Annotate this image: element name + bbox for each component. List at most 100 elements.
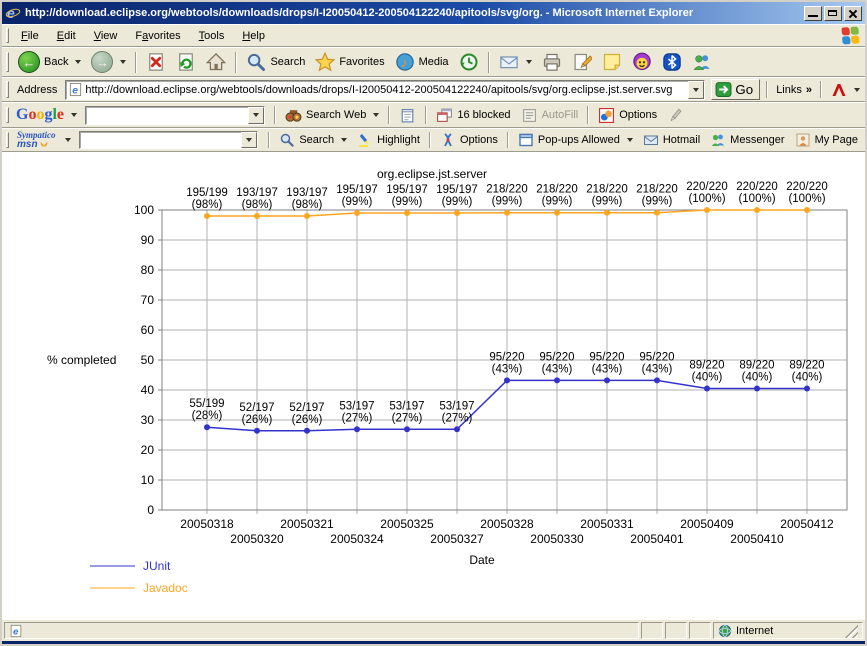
toolbar-grip[interactable]: [6, 52, 9, 72]
ie-logo-icon: e: [5, 5, 21, 21]
title-bar[interactable]: e http://download.eclipse.org/webtools/d…: [2, 2, 865, 24]
history-button[interactable]: [454, 50, 484, 74]
point-percent-label: (28%): [192, 410, 223, 422]
hotmail-button[interactable]: Hotmail: [638, 130, 705, 150]
stop-button[interactable]: [141, 50, 171, 74]
menu-view[interactable]: View: [86, 27, 126, 45]
svg-text:e: e: [7, 5, 15, 21]
x-axis-label: Date: [469, 553, 495, 567]
point-label: 95/220: [639, 351, 674, 363]
menu-tools[interactable]: Tools: [191, 27, 233, 45]
google-notes-button[interactable]: [394, 105, 421, 126]
favorites-button[interactable]: Favorites: [310, 50, 389, 74]
msn-bar-grip[interactable]: [6, 132, 9, 147]
point-percent-label: (99%): [542, 196, 573, 208]
adobe-pdf-icon: [831, 82, 847, 98]
my-page-button[interactable]: My Page: [790, 130, 863, 150]
search-button[interactable]: Search: [241, 50, 310, 74]
toolbar-separator: [766, 81, 768, 98]
resize-grip[interactable]: [844, 623, 858, 638]
data-point-junit: [254, 428, 260, 434]
mail-button[interactable]: [494, 50, 537, 74]
data-point-javadoc: [504, 210, 510, 216]
minimize-button[interactable]: [804, 6, 822, 21]
search-web-button[interactable]: Search Web: [280, 105, 384, 126]
go-button[interactable]: Go: [711, 79, 760, 100]
links-button[interactable]: Links »: [774, 82, 814, 98]
address-dropdown-button[interactable]: [688, 81, 704, 99]
google-options-label: Options: [619, 109, 657, 121]
notes-button[interactable]: [597, 50, 627, 74]
menu-file[interactable]: File: [13, 27, 47, 45]
msn-search-dropdown-button[interactable]: [241, 132, 257, 148]
links-chevron[interactable]: »: [806, 84, 812, 96]
data-point-junit: [654, 377, 660, 383]
address-bar-grip[interactable]: [6, 81, 9, 97]
close-button[interactable]: [844, 6, 862, 21]
autofill-button[interactable]: AutoFill: [516, 105, 584, 126]
adobe-dropdown-icon: [854, 88, 860, 92]
blocked-windows-icon: [436, 107, 453, 124]
point-label: 195/199: [186, 187, 228, 199]
msn-search-box[interactable]: [79, 131, 259, 149]
google-logo-button[interactable]: Google: [13, 105, 80, 125]
binoculars-icon: [285, 107, 302, 124]
completion-chart: 0102030405060708090100200503182005032020…: [2, 152, 865, 619]
popup-blocked-button[interactable]: 16 blocked: [431, 105, 515, 126]
google-search-input[interactable]: [86, 107, 248, 124]
print-button[interactable]: [537, 50, 567, 74]
menu-help[interactable]: Help: [234, 27, 273, 45]
bluetooth-button[interactable]: [657, 50, 687, 74]
y-tick-label: 70: [141, 293, 155, 307]
yahoo-messenger-button[interactable]: [627, 50, 657, 74]
msn-search-button[interactable]: Search: [274, 130, 352, 150]
data-point-javadoc: [654, 210, 660, 216]
google-search-dropdown-button[interactable]: [248, 107, 264, 124]
y-tick-label: 100: [134, 203, 154, 217]
popups-allowed-button[interactable]: Pop-ups Allowed: [513, 130, 638, 150]
google-bar-grip[interactable]: [6, 107, 9, 124]
google-search-box[interactable]: [85, 106, 265, 125]
point-label: 193/197: [236, 187, 278, 199]
stop-icon: [146, 52, 166, 72]
data-point-junit: [304, 428, 310, 434]
point-label: 95/220: [489, 351, 524, 363]
sympatico-dropdown-icon: [65, 138, 71, 142]
point-label: 195/197: [336, 184, 378, 196]
data-point-javadoc: [304, 213, 310, 219]
media-button[interactable]: ♪ Media: [390, 50, 454, 74]
google-options-button[interactable]: Options: [593, 105, 662, 126]
data-point-javadoc: [804, 207, 810, 213]
y-tick-label: 60: [141, 323, 155, 337]
highlight-icon: [357, 132, 373, 148]
menu-edit[interactable]: Edit: [49, 27, 84, 45]
back-button[interactable]: ← Back: [13, 49, 86, 75]
edit-button[interactable]: [567, 50, 597, 74]
menu-favorites[interactable]: Favorites: [127, 27, 188, 45]
google-highlighter-button[interactable]: [662, 105, 689, 126]
highlight-button[interactable]: Highlight: [352, 130, 425, 150]
y-tick-label: 80: [141, 263, 155, 277]
go-label: Go: [735, 82, 753, 97]
refresh-button[interactable]: [171, 50, 201, 74]
point-percent-label: (99%): [492, 196, 523, 208]
adobe-pdf-button[interactable]: [828, 80, 863, 100]
home-icon: [206, 52, 226, 72]
point-label: 95/220: [539, 351, 574, 363]
menu-bar-grip[interactable]: [6, 28, 9, 43]
home-button[interactable]: [201, 50, 231, 74]
msn-search-input[interactable]: [80, 132, 242, 148]
y-tick-label: 20: [141, 443, 155, 457]
data-point-junit: [704, 386, 710, 392]
address-url[interactable]: http://download.eclipse.org/webtools/dow…: [83, 84, 688, 96]
msn-messenger-button[interactable]: Messenger: [705, 130, 789, 150]
maximize-button[interactable]: [824, 6, 842, 21]
msn-options-button[interactable]: Options: [435, 130, 503, 150]
point-percent-label: (98%): [192, 199, 223, 211]
sympatico-logo-button[interactable]: Sympatico msn: [13, 131, 73, 150]
forward-button[interactable]: →: [86, 49, 131, 75]
address-field[interactable]: e http://download.eclipse.org/webtools/d…: [65, 80, 705, 100]
status-bar: e Internet: [2, 619, 865, 641]
window-bottom-edge: [2, 641, 865, 644]
messenger-button[interactable]: [687, 50, 717, 74]
